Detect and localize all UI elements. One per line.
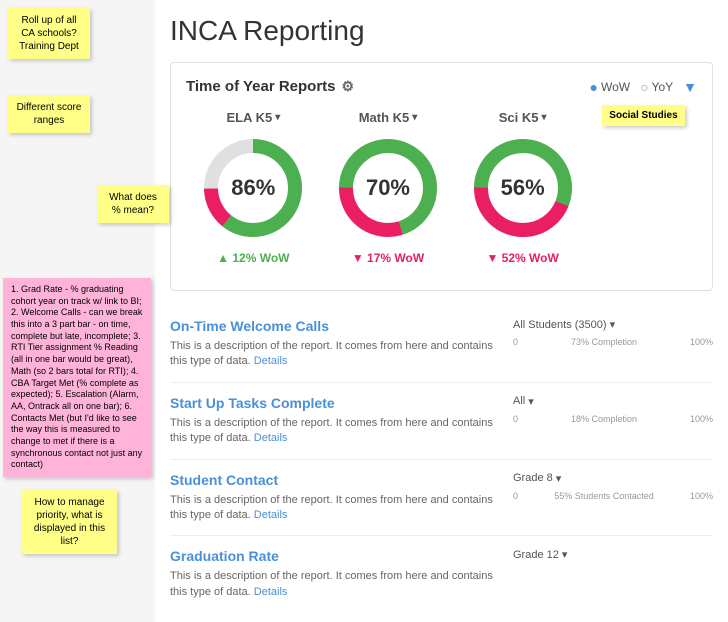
card-title: Time of Year Reports ⚙ bbox=[186, 78, 354, 95]
welcome-calls-filter[interactable]: All Students (3500) ▾ bbox=[513, 318, 713, 331]
startup-info: Start Up Tasks Complete This is a descri… bbox=[170, 395, 498, 447]
ela-value: 86% bbox=[231, 175, 275, 201]
contact-label: 55% Students Contacted bbox=[554, 491, 654, 501]
contact-filter[interactable]: Grade 8 ▾ bbox=[513, 472, 713, 485]
welcome-calls-desc: This is a description of the report. It … bbox=[170, 339, 498, 370]
ela-chevron: ▾ bbox=[275, 112, 280, 123]
ela-donut: 86% bbox=[198, 133, 308, 243]
startup-filter[interactable]: All ▾ bbox=[513, 395, 713, 408]
radio-wow[interactable]: ● WoW bbox=[590, 79, 631, 95]
grad-filter[interactable]: Grade 12 ▾ bbox=[513, 548, 713, 561]
radio-group: ● WoW ○ YoY ▼ bbox=[590, 79, 698, 95]
startup-desc: This is a description of the report. It … bbox=[170, 416, 498, 447]
report-welcome-calls: On-Time Welcome Calls This is a descript… bbox=[170, 306, 713, 383]
startup-label: 18% Completion bbox=[571, 414, 637, 424]
sticky-percent-meaning: What does % mean? bbox=[97, 185, 169, 223]
contact-desc: This is a description of the report. It … bbox=[170, 493, 498, 524]
math-label[interactable]: Math K5 ▾ bbox=[359, 110, 418, 125]
contact-details-link[interactable]: Details bbox=[254, 509, 288, 521]
welcome-calls-right: All Students (3500) ▾ 0 73% Completion 1… bbox=[513, 318, 713, 347]
contact-chevron: ▾ bbox=[556, 472, 562, 485]
math-wow: ▼ 17% WoW bbox=[352, 251, 424, 265]
startup-chevron: ▾ bbox=[528, 395, 534, 408]
sticky-pink-notes: 1. Grad Rate - % graduating cohort year … bbox=[3, 278, 151, 477]
sci-wow: ▼ 52% WoW bbox=[486, 251, 558, 265]
math-chevron: ▾ bbox=[412, 112, 417, 123]
math-donut: 70% bbox=[333, 133, 443, 243]
sci-value: 56% bbox=[501, 175, 545, 201]
ela-chart: ELA K5 ▾ 86% ▲ 12% WoW bbox=[198, 110, 308, 265]
welcome-calls-info: On-Time Welcome Calls This is a descript… bbox=[170, 318, 498, 370]
math-value: 70% bbox=[366, 175, 410, 201]
startup-right: All ▾ 0 18% Completion 100% bbox=[513, 395, 713, 424]
sci-chevron: ▾ bbox=[542, 112, 547, 123]
radio-wow-filled: ● bbox=[590, 79, 598, 95]
startup-details-link[interactable]: Details bbox=[254, 432, 288, 444]
grad-title[interactable]: Graduation Rate bbox=[170, 548, 498, 564]
report-graduation-rate: Graduation Rate This is a description of… bbox=[170, 536, 713, 612]
startup-title[interactable]: Start Up Tasks Complete bbox=[170, 395, 498, 411]
welcome-calls-details-link[interactable]: Details bbox=[254, 355, 288, 367]
math-chart: Math K5 ▾ 70% ▼ 17% WoW bbox=[333, 110, 443, 265]
time-of-year-card: Time of Year Reports ⚙ ● WoW ○ YoY ▼ E bbox=[170, 62, 713, 291]
report-student-contact: Student Contact This is a description of… bbox=[170, 460, 713, 537]
contact-info: Student Contact This is a description of… bbox=[170, 472, 498, 524]
gear-icon[interactable]: ⚙ bbox=[342, 78, 355, 95]
contact-bounds: 0 55% Students Contacted 100% bbox=[513, 491, 713, 501]
page-title: INCA Reporting bbox=[170, 10, 713, 47]
ela-wow: ▲ 12% WoW bbox=[217, 251, 289, 265]
grad-info: Graduation Rate This is a description of… bbox=[170, 548, 498, 600]
report-startup-tasks: Start Up Tasks Complete This is a descri… bbox=[170, 383, 713, 460]
filter-icon[interactable]: ▼ bbox=[683, 79, 697, 95]
ela-label[interactable]: ELA K5 ▾ bbox=[226, 110, 280, 125]
grad-right: Grade 12 ▾ bbox=[513, 548, 713, 567]
grad-chevron: ▾ bbox=[562, 548, 568, 561]
grad-desc: This is a description of the report. It … bbox=[170, 569, 498, 600]
grad-details-link[interactable]: Details bbox=[254, 586, 288, 598]
welcome-calls-bounds: 0 73% Completion 100% bbox=[513, 337, 713, 347]
radio-yoy[interactable]: ○ YoY bbox=[640, 79, 673, 95]
sticky-roll-up: Roll up of all CA schools? Training Dept bbox=[8, 8, 90, 59]
welcome-calls-chevron: ▾ bbox=[610, 318, 616, 331]
sticky-score-ranges: Different score ranges bbox=[8, 95, 90, 133]
startup-bounds: 0 18% Completion 100% bbox=[513, 414, 713, 424]
card-header: Time of Year Reports ⚙ ● WoW ○ YoY ▼ bbox=[186, 78, 697, 95]
welcome-calls-title[interactable]: On-Time Welcome Calls bbox=[170, 318, 498, 334]
welcome-calls-label: 73% Completion bbox=[571, 337, 637, 347]
sci-donut: 56% bbox=[468, 133, 578, 243]
main-content: INCA Reporting Time of Year Reports ⚙ ● … bbox=[155, 0, 728, 622]
sci-label[interactable]: Sci K5 ▾ bbox=[499, 110, 547, 125]
contact-right: Grade 8 ▾ 0 55% Students Contacted 100% bbox=[513, 472, 713, 501]
sticky-priority: How to manage priority, what is displaye… bbox=[22, 490, 117, 554]
radio-yoy-empty: ○ bbox=[640, 79, 648, 95]
contact-title[interactable]: Student Contact bbox=[170, 472, 498, 488]
sci-chart: Sci K5 ▾ 56% ▼ 52% WoW bbox=[468, 110, 578, 265]
charts-row: ELA K5 ▾ 86% ▲ 12% WoW bbox=[186, 110, 697, 265]
sticky-social-studies: Social Studies bbox=[602, 105, 684, 126]
